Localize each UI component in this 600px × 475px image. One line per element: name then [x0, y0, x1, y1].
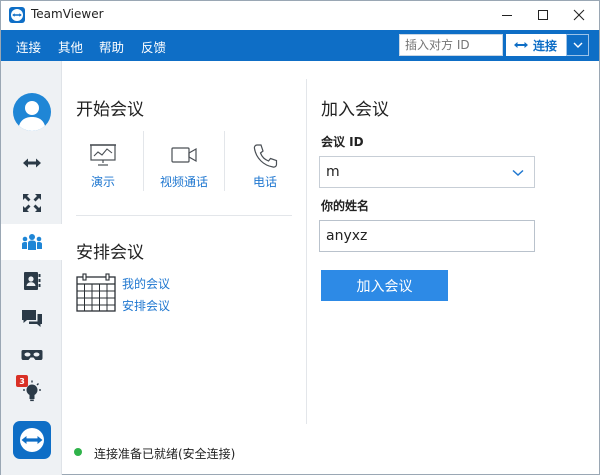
presentation-tile[interactable]: 演示 [63, 135, 143, 205]
column-divider [306, 79, 307, 424]
sidebar-item-augmented-reality[interactable] [1, 337, 62, 373]
window-title: TeamViewer [31, 7, 104, 21]
video-call-tile[interactable]: 视频通话 [144, 135, 224, 205]
connect-label: 连接 [533, 38, 558, 53]
my-meetings-link[interactable]: 我的会议 [122, 275, 170, 292]
chevron-down-icon [573, 42, 582, 48]
your-name-label: 你的姓名 [321, 199, 370, 213]
menu-bar: 连接 其他 帮助 反馈 连接 [1, 30, 599, 61]
presentation-label: 演示 [90, 175, 115, 189]
minimize-button[interactable] [489, 1, 525, 29]
presentation-icon [90, 144, 116, 166]
phone-tile[interactable]: 电话 [225, 135, 305, 205]
maximize-button[interactable] [525, 1, 561, 29]
status-text: 连接准备已就绪(安全连接) [94, 447, 236, 461]
sidebar-item-meeting[interactable] [1, 224, 62, 260]
teamviewer-brand-logo[interactable] [13, 421, 51, 459]
phone-label: 电话 [252, 175, 277, 189]
sidebar-item-chat[interactable] [1, 301, 62, 337]
sidebar: 3 [1, 61, 62, 475]
video-call-label: 视频通话 [159, 175, 208, 189]
close-button[interactable] [561, 1, 597, 29]
teamviewer-window: TeamViewer 连接 其他 帮助 反馈 连接 [0, 0, 600, 475]
connect-button[interactable]: 连接 [506, 34, 566, 56]
your-name-input[interactable] [319, 220, 535, 252]
chevron-down-icon [512, 169, 524, 177]
status-indicator-icon [74, 448, 82, 456]
join-meeting-title: 加入会议 [321, 100, 389, 120]
remote-meeting-icon [22, 194, 41, 212]
contacts-icon [23, 272, 40, 290]
partner-id-input[interactable] [399, 34, 503, 56]
schedule-meeting-title: 安排会议 [76, 243, 144, 263]
swap-arrows-icon [514, 42, 528, 48]
video-camera-icon [171, 147, 197, 163]
teamviewer-logo-icon [9, 7, 25, 23]
meeting-id-label: 会议 ID [321, 135, 364, 149]
connect-dropdown-button[interactable] [566, 34, 589, 56]
start-meeting-title: 开始会议 [76, 100, 144, 120]
sidebar-item-remote-meeting[interactable] [1, 185, 62, 221]
avatar[interactable] [13, 93, 51, 131]
meeting-id-dropdown-button[interactable] [503, 159, 533, 187]
menu-connect[interactable]: 连接 [16, 37, 41, 56]
sidebar-item-remote-control[interactable] [1, 145, 62, 181]
status-bar: 连接准备已就绪(安全连接) [62, 431, 599, 475]
menu-other[interactable]: 其他 [58, 37, 83, 56]
teamviewer-arrows-icon [20, 428, 44, 452]
menu-feedback[interactable]: 反馈 [141, 37, 166, 56]
calendar-icon [76, 273, 116, 312]
join-meeting-button[interactable]: 加入会议 [321, 270, 448, 301]
augmented-reality-icon [21, 350, 42, 360]
user-avatar-icon [18, 101, 46, 131]
remote-control-icon [22, 158, 41, 168]
notification-badge: 3 [16, 375, 28, 387]
meeting-icon [21, 234, 42, 250]
sidebar-item-contacts[interactable] [1, 263, 62, 299]
sidebar-item-getting-started[interactable]: 3 [1, 373, 62, 409]
section-divider [76, 215, 292, 216]
chat-icon [21, 310, 42, 327]
schedule-meeting-link[interactable]: 安排会议 [122, 297, 170, 314]
title-bar: TeamViewer [1, 1, 599, 30]
menu-help[interactable]: 帮助 [99, 37, 124, 56]
phone-icon [253, 144, 278, 168]
